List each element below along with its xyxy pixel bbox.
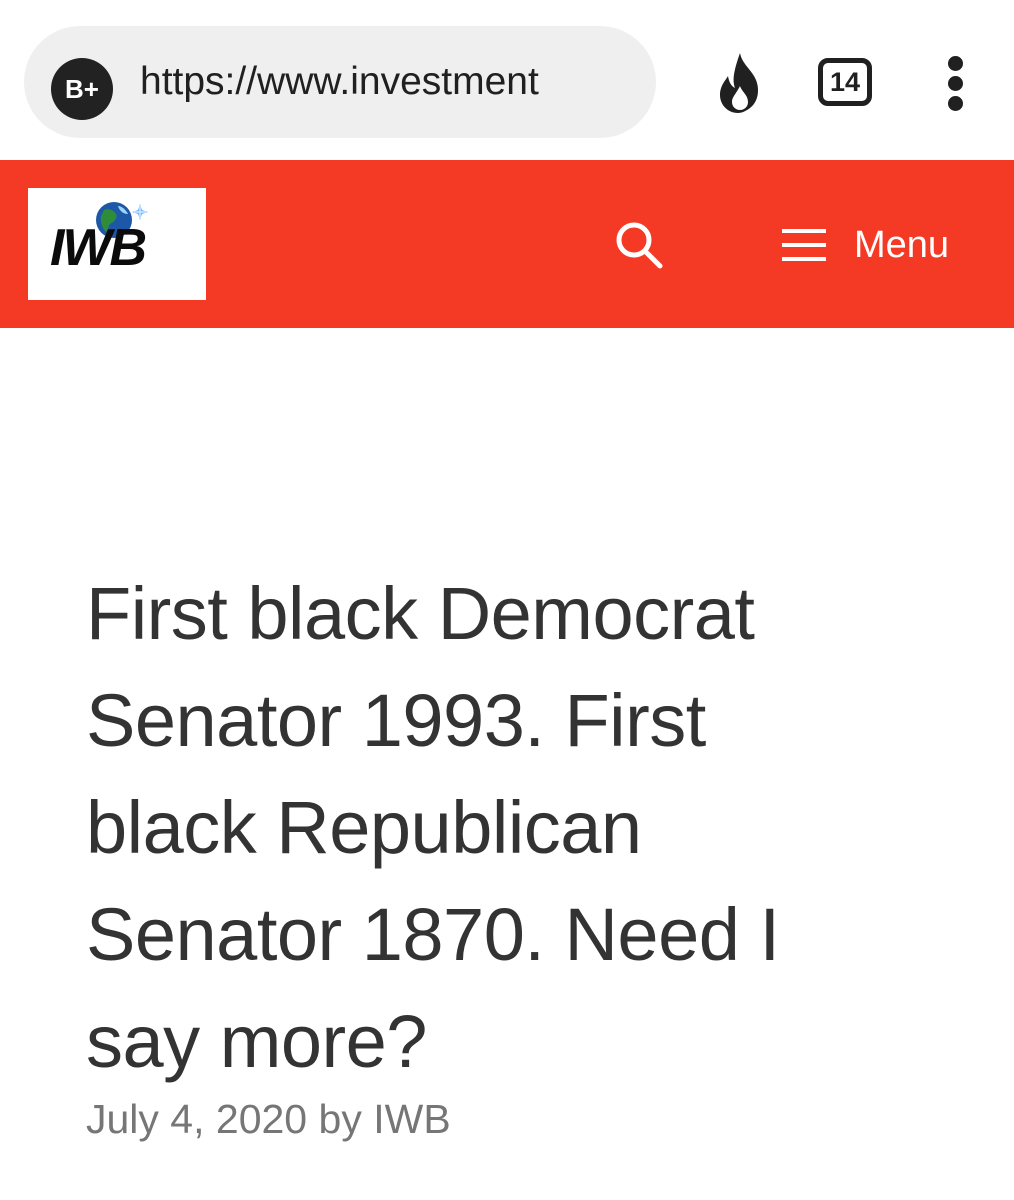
- url-text[interactable]: https://www.investment: [140, 26, 640, 138]
- search-icon[interactable]: [612, 218, 668, 274]
- logo-text: IWB: [50, 219, 147, 277]
- title-line: Senator 1993. First: [86, 679, 706, 762]
- author-link[interactable]: IWB: [373, 1096, 450, 1142]
- hamburger-icon: [782, 229, 826, 261]
- title-line: say more?: [86, 1000, 427, 1083]
- title-line: First black Democrat: [86, 572, 755, 655]
- title-line: black Republican: [86, 786, 642, 869]
- article-meta: July 4, 2020 by IWB: [86, 1096, 451, 1143]
- site-security-badge[interactable]: B+: [51, 58, 113, 120]
- browser-toolbar: B+ https://www.investment 14: [0, 0, 1014, 160]
- title-line: Senator 1870. Need I: [86, 893, 780, 976]
- tab-switcher-button[interactable]: 14: [818, 58, 872, 106]
- site-header: IWB Menu: [0, 160, 1014, 328]
- site-logo[interactable]: IWB: [28, 188, 206, 300]
- menu-label: Menu: [854, 223, 950, 266]
- post-date[interactable]: July 4, 2020: [86, 1096, 307, 1142]
- article-title[interactable]: First black Democrat Senator 1993. First…: [86, 560, 986, 1095]
- overflow-menu-icon[interactable]: [942, 56, 972, 112]
- flame-icon[interactable]: [712, 50, 768, 116]
- address-bar[interactable]: B+ https://www.investment: [24, 26, 656, 138]
- menu-button[interactable]: Menu: [782, 210, 949, 280]
- by-label: by: [318, 1096, 362, 1142]
